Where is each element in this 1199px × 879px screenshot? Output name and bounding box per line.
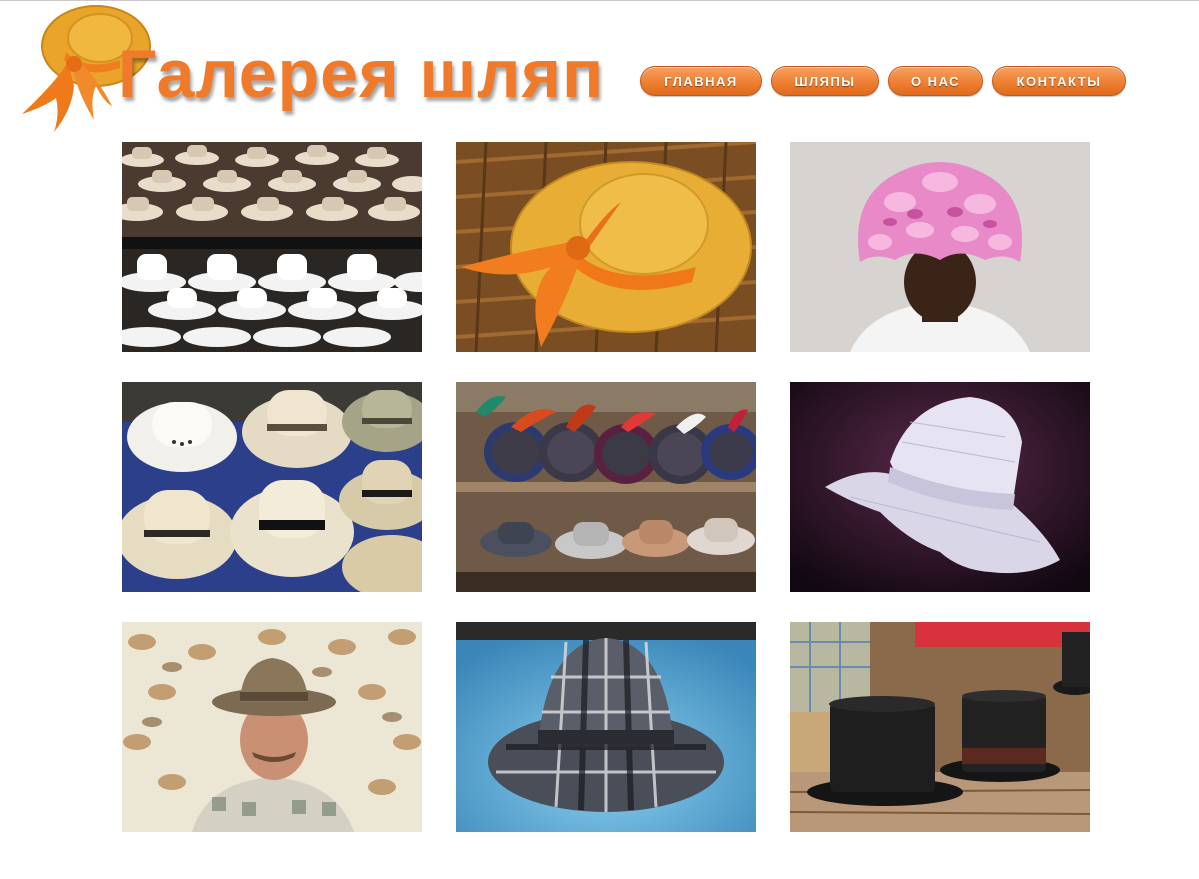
- site-header: Галерея шляп ГЛАВНАЯ ШЛЯПЫ О НАС КОНТАКТ…: [0, 0, 1199, 142]
- photo-plaid-fedora[interactable]: [456, 622, 756, 832]
- nav-hats-button[interactable]: ШЛЯПЫ: [771, 66, 879, 96]
- site-title: Галерея шляп: [118, 36, 605, 112]
- photo-pink-fur-hat[interactable]: [790, 142, 1090, 352]
- photo-man-tweed-fedora[interactable]: [122, 622, 422, 832]
- photo-straw-hat-orange-bow[interactable]: [456, 142, 756, 352]
- nav-contacts-button[interactable]: КОНТАКТЫ: [992, 66, 1126, 96]
- photo-feathered-hats-market[interactable]: [456, 382, 756, 592]
- photo-panama-hats-pile[interactable]: [122, 382, 422, 592]
- photo-white-hats-shelves[interactable]: [122, 142, 422, 352]
- photo-black-top-hats[interactable]: [790, 622, 1090, 832]
- photo-white-wide-brim-hat[interactable]: [790, 382, 1090, 592]
- nav-home-button[interactable]: ГЛАВНАЯ: [640, 66, 762, 96]
- nav-about-button[interactable]: О НАС: [888, 66, 983, 96]
